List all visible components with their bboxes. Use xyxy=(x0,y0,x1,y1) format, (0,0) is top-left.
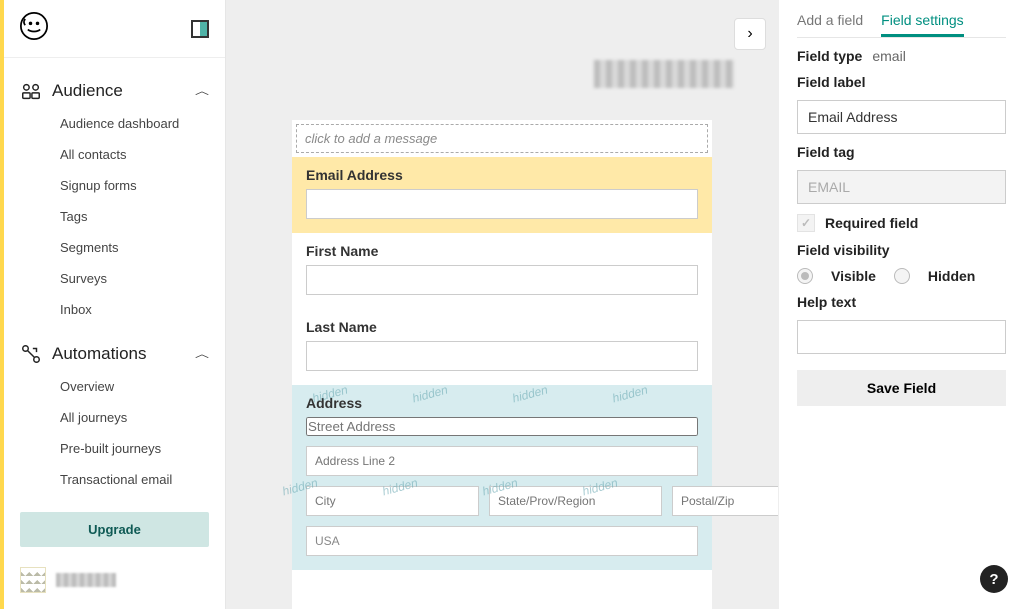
sidebar-item-surveys[interactable]: Surveys xyxy=(60,265,209,292)
field-label: Address xyxy=(306,395,698,411)
country-input[interactable] xyxy=(306,526,698,556)
chevron-up-icon: ︿ xyxy=(195,347,209,361)
chevron-right-icon: › xyxy=(747,25,752,43)
account-switcher[interactable] xyxy=(4,559,225,609)
help-text-input[interactable] xyxy=(797,320,1006,354)
first-name-input[interactable] xyxy=(306,265,698,295)
field-settings-panel: Add a field Field settings Field type em… xyxy=(778,0,1024,609)
field-visibility-heading: Field visibility xyxy=(797,242,1006,258)
form-field-address[interactable]: hiddenhiddenhiddenhidden hiddenhiddenhid… xyxy=(292,385,712,570)
nav-section-label: Audience xyxy=(52,81,123,101)
sidebar-item-signup-forms[interactable]: Signup forms xyxy=(60,172,209,199)
sidebar-item-audience-dashboard[interactable]: Audience dashboard xyxy=(60,110,209,137)
form-field-email[interactable]: Email Address xyxy=(292,157,712,233)
sidebar-item-segments[interactable]: Segments xyxy=(60,234,209,261)
sidebar-item-all-journeys[interactable]: All journeys xyxy=(60,404,209,431)
sidebar: Audience ︿ Audience dashboard All contac… xyxy=(0,0,226,609)
tab-field-settings[interactable]: Field settings xyxy=(881,12,963,37)
state-input[interactable] xyxy=(489,486,662,516)
visibility-visible-radio[interactable] xyxy=(797,268,813,284)
tab-add-field[interactable]: Add a field xyxy=(797,12,863,37)
form-preview: click to add a message Email Address Fir… xyxy=(292,120,712,609)
last-name-input[interactable] xyxy=(306,341,698,371)
avatar xyxy=(20,567,46,593)
visibility-radio-group: Visible Hidden xyxy=(797,268,1006,284)
help-text-heading: Help text xyxy=(797,294,1006,310)
toggle-panel-icon[interactable] xyxy=(191,20,209,38)
field-type-row: Field type email xyxy=(797,48,1006,64)
audience-icon xyxy=(20,80,42,102)
required-label: Required field xyxy=(825,215,918,231)
form-builder-canvas: › click to add a message Email Address F… xyxy=(226,0,778,609)
required-checkbox[interactable]: ✓ xyxy=(797,214,815,232)
field-label: First Name xyxy=(306,243,698,259)
sidebar-item-tags[interactable]: Tags xyxy=(60,203,209,230)
sidebar-item-inbox[interactable]: Inbox xyxy=(60,296,209,323)
postal-input[interactable] xyxy=(672,486,778,516)
street-input[interactable] xyxy=(306,417,698,436)
save-field-button[interactable]: Save Field xyxy=(797,370,1006,406)
address-line2-input[interactable] xyxy=(306,446,698,476)
field-type-label: Field type xyxy=(797,48,862,64)
panel-tabs: Add a field Field settings xyxy=(797,12,1006,38)
form-field-first-name[interactable]: First Name xyxy=(292,233,712,309)
field-tag-input xyxy=(797,170,1006,204)
mailchimp-logo[interactable] xyxy=(20,12,48,45)
field-tag-heading: Field tag xyxy=(797,144,1006,160)
email-input[interactable] xyxy=(306,189,698,219)
field-label-input[interactable] xyxy=(797,100,1006,134)
nav-section-audience[interactable]: Audience ︿ xyxy=(20,72,209,110)
visibility-hidden-label: Hidden xyxy=(928,268,975,284)
nav-section-automations[interactable]: Automations ︿ xyxy=(20,335,209,373)
chevron-up-icon: ︿ xyxy=(195,84,209,98)
account-name-redacted xyxy=(56,573,116,587)
city-input[interactable] xyxy=(306,486,479,516)
sidebar-item-all-contacts[interactable]: All contacts xyxy=(60,141,209,168)
help-icon: ? xyxy=(989,571,998,588)
visibility-visible-label: Visible xyxy=(831,268,876,284)
field-label: Email Address xyxy=(306,167,698,183)
upgrade-button[interactable]: Upgrade xyxy=(20,512,209,547)
visibility-hidden-radio[interactable] xyxy=(894,268,910,284)
sidebar-item-prebuilt-journeys[interactable]: Pre-built journeys xyxy=(60,435,209,462)
required-field-row[interactable]: ✓ Required field xyxy=(797,214,1006,232)
field-label: Last Name xyxy=(306,319,698,335)
nav-section-label: Automations xyxy=(52,344,147,364)
sidebar-item-overview[interactable]: Overview xyxy=(60,373,209,400)
sidebar-item-transactional-email[interactable]: Transactional email xyxy=(60,466,209,493)
form-field-last-name[interactable]: Last Name xyxy=(292,309,712,385)
field-label-heading: Field label xyxy=(797,74,1006,90)
form-title-redacted xyxy=(594,60,734,88)
collapse-settings-button[interactable]: › xyxy=(734,18,766,50)
help-button[interactable]: ? xyxy=(980,565,1008,593)
automations-icon xyxy=(20,343,42,365)
field-type-value: email xyxy=(872,48,905,64)
add-message-placeholder[interactable]: click to add a message xyxy=(296,124,708,153)
